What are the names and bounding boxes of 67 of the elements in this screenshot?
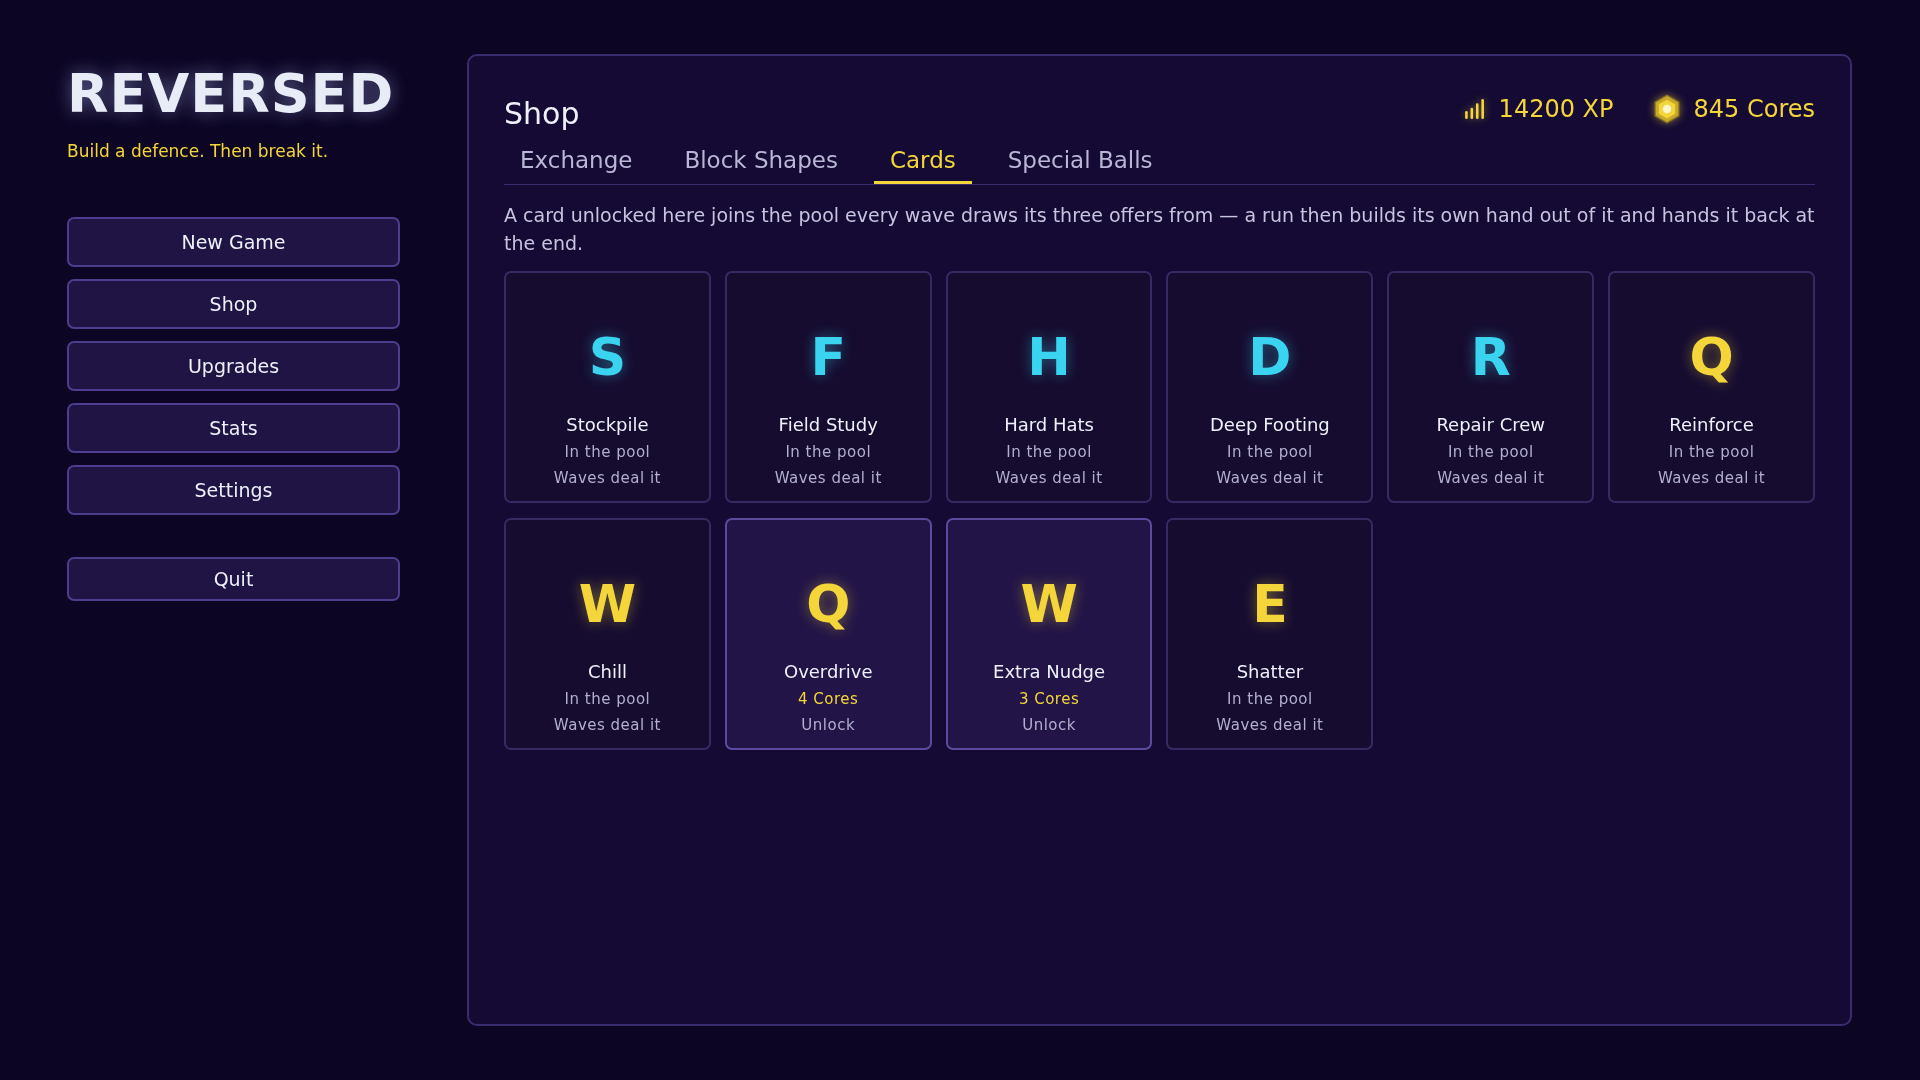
card-action: Waves deal it bbox=[1437, 468, 1545, 489]
card-action: Waves deal it bbox=[1216, 468, 1324, 489]
card[interactable]: Q Overdrive 4 Cores Unlock bbox=[724, 518, 932, 750]
card-name: Overdrive bbox=[783, 660, 873, 684]
card-letter: H bbox=[1027, 331, 1071, 383]
card-name: Repair Crew bbox=[1436, 413, 1546, 437]
card-letter: Q bbox=[806, 578, 851, 630]
menu-button[interactable]: Quit bbox=[67, 557, 400, 601]
tab[interactable]: Special Balls bbox=[991, 137, 1169, 184]
card-letter: W bbox=[578, 578, 637, 630]
description: A card unlocked here joins the pool every wave draws its three offers from — a run then builds its own hand out of it and hands it back at the end. bbox=[504, 203, 1815, 256]
card-name: Extra Nudge bbox=[993, 660, 1106, 684]
card-status: In the pool bbox=[785, 442, 872, 463]
menu-button[interactable]: Upgrades bbox=[67, 341, 400, 391]
card-action: Waves deal it bbox=[1216, 715, 1324, 736]
card[interactable]: D Deep Footing In the pool Waves deal it bbox=[1166, 271, 1374, 503]
card-letter: R bbox=[1470, 331, 1511, 383]
card-action: Waves deal it bbox=[774, 468, 882, 489]
card-status: 3 Cores bbox=[1018, 689, 1080, 710]
card-letter: F bbox=[810, 331, 846, 383]
card-name: Field Study bbox=[778, 413, 878, 437]
card-status: In the pool bbox=[1227, 442, 1313, 463]
card[interactable]: W Chill In the pool Waves deal it bbox=[504, 518, 711, 750]
card-letter: S bbox=[588, 331, 627, 383]
card-status: In the pool bbox=[564, 442, 651, 463]
card-status: In the pool bbox=[1668, 442, 1755, 463]
card-name: Chill bbox=[587, 660, 627, 684]
card-action: Unlock bbox=[1022, 715, 1076, 736]
card-letter: D bbox=[1248, 331, 1292, 383]
xp-amount: 14200 XP bbox=[1498, 94, 1614, 123]
card-action: Unlock bbox=[801, 715, 856, 736]
hexagon-coin-icon bbox=[1651, 93, 1682, 124]
card-action: Waves deal it bbox=[553, 715, 661, 736]
card[interactable]: W Extra Nudge 3 Cores Unlock bbox=[945, 518, 1153, 750]
menu-button[interactable]: Settings bbox=[67, 465, 400, 515]
card[interactable]: R Repair Crew In the pool Waves deal it bbox=[1387, 271, 1595, 503]
card-name: Shatter bbox=[1236, 660, 1304, 684]
card-status: 4 Cores bbox=[798, 689, 859, 710]
card-name: Stockpile bbox=[566, 413, 649, 437]
card[interactable]: H Hard Hats In the pool Waves deal it bbox=[945, 271, 1153, 503]
card[interactable]: S Stockpile In the pool Waves deal it bbox=[504, 271, 711, 503]
card-status: In the pool bbox=[1227, 689, 1313, 710]
card-letter: Q bbox=[1689, 331, 1734, 383]
menu-button[interactable]: Stats bbox=[67, 403, 400, 453]
cores-amount: 845 Cores bbox=[1693, 94, 1815, 123]
card-name: Deep Footing bbox=[1210, 413, 1330, 437]
card-letter: W bbox=[1020, 578, 1078, 630]
tab[interactable]: Block Shapes bbox=[668, 137, 854, 184]
menu-button[interactable]: Shop bbox=[67, 279, 400, 329]
tab[interactable]: Exchange bbox=[504, 137, 649, 184]
card-status: In the pool bbox=[1447, 442, 1534, 463]
menu-button[interactable]: New Game bbox=[67, 217, 400, 267]
tagline: Build a defence. Then break it. bbox=[67, 141, 329, 161]
card-name: Hard Hats bbox=[1004, 413, 1094, 437]
tab[interactable]: Cards bbox=[873, 137, 972, 184]
card-action: Waves deal it bbox=[1657, 468, 1766, 489]
card-status: In the pool bbox=[1006, 442, 1092, 463]
card-action: Waves deal it bbox=[995, 468, 1103, 489]
game-title: REVERSED bbox=[67, 62, 395, 125]
card[interactable]: Q Reinforce In the pool Waves deal it bbox=[1608, 271, 1815, 503]
card-status: In the pool bbox=[564, 689, 651, 710]
card-name: Reinforce bbox=[1669, 413, 1754, 437]
card-letter: E bbox=[1252, 578, 1288, 630]
card-action: Waves deal it bbox=[553, 468, 661, 489]
card[interactable]: E Shatter In the pool Waves deal it bbox=[1166, 518, 1374, 750]
panel-title: Shop bbox=[504, 96, 580, 131]
card[interactable]: F Field Study In the pool Waves deal it bbox=[724, 271, 932, 503]
